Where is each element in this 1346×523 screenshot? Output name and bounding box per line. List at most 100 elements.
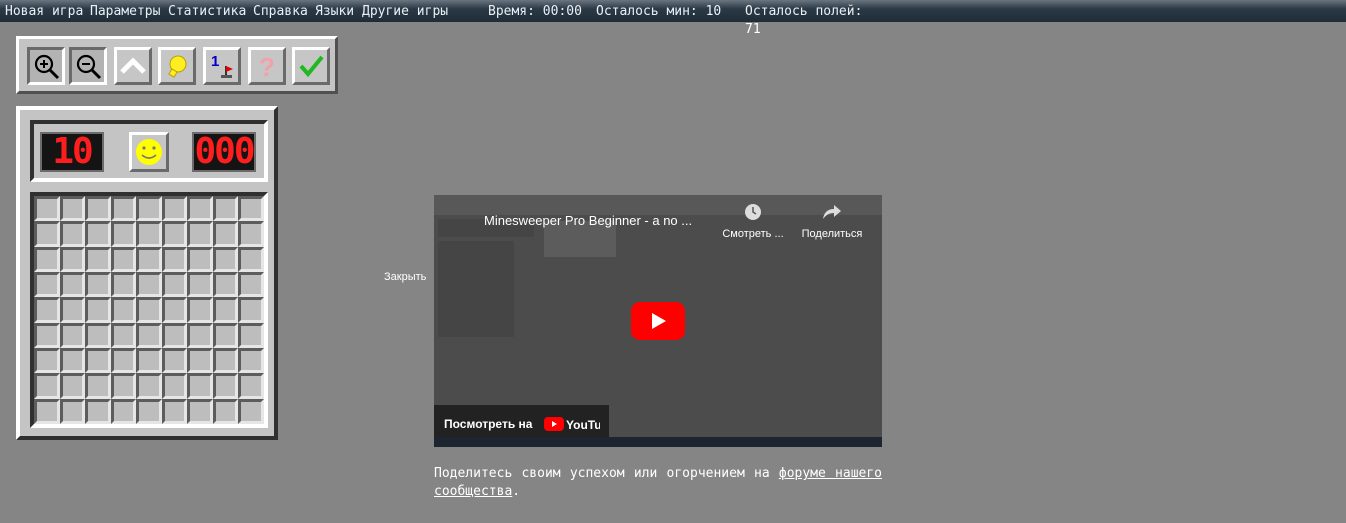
mine-cell[interactable] [238,348,264,374]
mine-cell[interactable] [136,272,162,298]
mine-cell[interactable] [136,221,162,247]
mine-cell[interactable] [110,398,137,424]
mine-cell[interactable] [212,246,239,272]
mine-cell[interactable] [187,196,213,222]
mine-cell[interactable] [136,348,162,374]
close-link[interactable]: Закрыть [384,271,426,283]
watch-later-button[interactable]: Смотреть ... [718,203,788,240]
mine-cell[interactable] [136,322,162,348]
mine-cell[interactable] [238,297,264,323]
mine-cell[interactable] [110,246,137,272]
mine-cell[interactable] [161,272,188,298]
mine-cell[interactable] [212,373,239,399]
mine-cell[interactable] [59,246,86,272]
mine-cell[interactable] [85,373,111,399]
menu-help[interactable]: Справка [253,4,308,19]
mine-cell[interactable] [238,373,264,399]
menu-parameters[interactable]: Параметры [90,4,160,19]
mine-cell[interactable] [59,322,86,348]
mine-cell[interactable] [187,348,213,374]
mine-cell[interactable] [85,398,111,424]
mine-cell[interactable] [34,297,60,323]
mine-cell[interactable] [238,398,264,424]
mine-cell[interactable] [85,246,111,272]
mine-cell[interactable] [212,398,239,424]
mine-cell[interactable] [161,373,188,399]
mine-cell[interactable] [238,196,264,222]
mine-cell[interactable] [212,322,239,348]
mine-cell[interactable] [212,348,239,374]
mine-cell[interactable] [85,221,111,247]
mine-cell[interactable] [161,246,188,272]
mine-cell[interactable] [110,322,137,348]
mine-cell[interactable] [212,196,239,222]
mine-cell[interactable] [59,196,86,222]
mine-cell[interactable] [85,348,111,374]
mine-cell[interactable] [59,272,86,298]
mine-cell[interactable] [34,196,60,222]
zoom-in-button[interactable] [27,47,65,85]
mine-cell[interactable] [238,246,264,272]
mine-cell[interactable] [34,272,60,298]
collapse-button[interactable] [114,47,152,85]
share-button[interactable]: Поделиться [797,203,867,240]
mine-cell[interactable] [85,272,111,298]
mine-cell[interactable] [85,196,111,222]
mine-cell[interactable] [34,246,60,272]
menu-other-games[interactable]: Другие игры [362,4,448,19]
mine-cell[interactable] [187,272,213,298]
mine-cell[interactable] [85,322,111,348]
mine-cell[interactable] [110,373,137,399]
mine-cell[interactable] [59,373,86,399]
menu-statistics[interactable]: Статистика [168,4,246,19]
check-button[interactable] [292,47,330,85]
mine-cell[interactable] [110,272,137,298]
mine-cell[interactable] [110,297,137,323]
mine-cell[interactable] [59,221,86,247]
mine-cell[interactable] [59,348,86,374]
flag-mode-button[interactable]: 1 [203,47,241,85]
hint-button[interactable] [158,47,196,85]
mine-cell[interactable] [110,196,137,222]
mine-cell[interactable] [136,246,162,272]
question-button[interactable]: ? [248,47,286,85]
video-title[interactable]: Minesweeper Pro Beginner - a no ... [484,213,692,228]
mine-cell[interactable] [34,348,60,374]
mine-cell[interactable] [136,196,162,222]
mine-cell[interactable] [59,398,86,424]
mine-cell[interactable] [161,398,188,424]
mine-cell[interactable] [34,221,60,247]
mine-cell[interactable] [212,221,239,247]
mine-cell[interactable] [187,398,213,424]
mine-cell[interactable] [161,221,188,247]
mine-cell[interactable] [212,297,239,323]
mine-cell[interactable] [238,221,264,247]
menu-languages[interactable]: Языки [315,4,354,19]
video-embed[interactable]: Minesweeper Pro Beginner - a no ... Смот… [434,195,882,447]
mine-cell[interactable] [187,297,213,323]
mine-cell[interactable] [161,297,188,323]
mine-cell[interactable] [136,398,162,424]
menu-new-game[interactable]: Новая игра [5,4,83,19]
mine-cell[interactable] [187,373,213,399]
mine-cell[interactable] [34,373,60,399]
mine-cell[interactable] [187,322,213,348]
zoom-out-button[interactable] [69,47,107,85]
mine-cell[interactable] [161,348,188,374]
mine-cell[interactable] [136,373,162,399]
mine-cell[interactable] [161,196,188,222]
mine-cell[interactable] [110,221,137,247]
mine-cell[interactable] [34,398,60,424]
mine-cell[interactable] [110,348,137,374]
new-game-smiley-button[interactable] [129,132,169,172]
mine-cell[interactable] [187,246,213,272]
mine-cell[interactable] [187,221,213,247]
mine-cell[interactable] [238,272,264,298]
mine-cell[interactable] [161,322,188,348]
mine-cell[interactable] [85,297,111,323]
play-button[interactable] [631,302,685,340]
mine-cell[interactable] [212,272,239,298]
mine-cell[interactable] [238,322,264,348]
mine-cell[interactable] [59,297,86,323]
mine-cell[interactable] [136,297,162,323]
